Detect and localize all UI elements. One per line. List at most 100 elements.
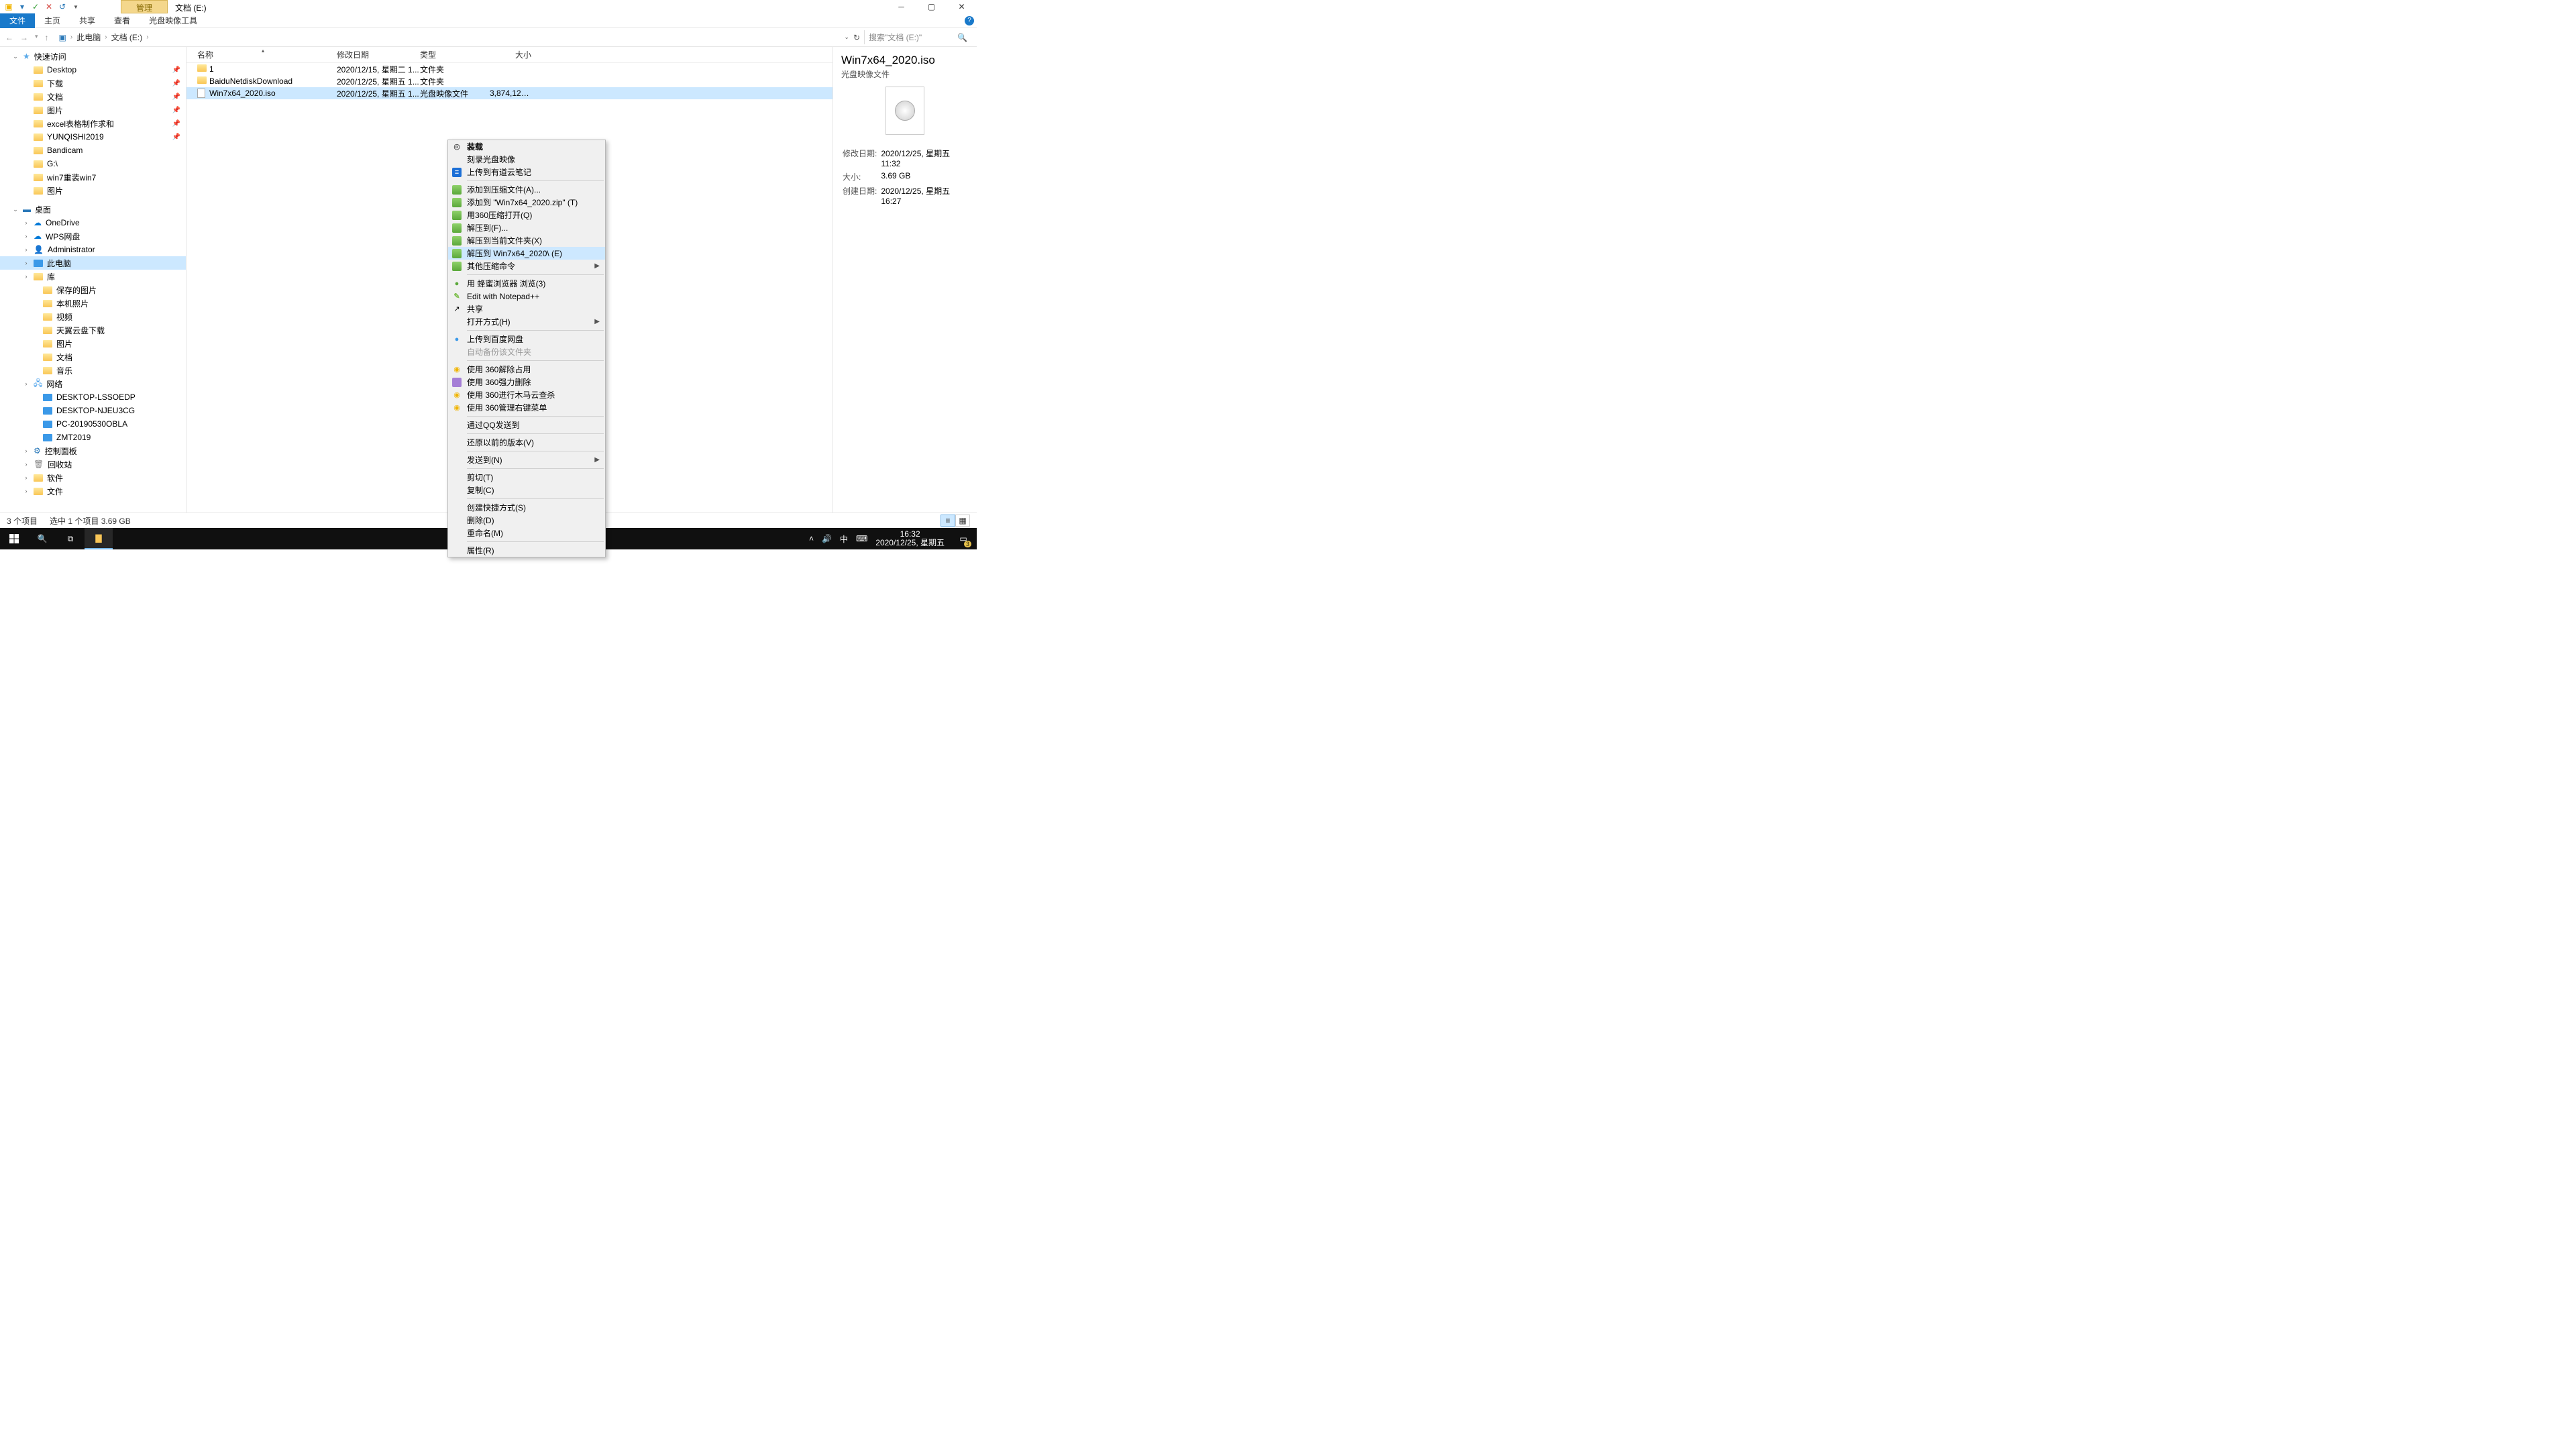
context-menu-item[interactable]: 打开方式(H)▶ xyxy=(448,315,605,328)
sidebar-item[interactable]: ›此电脑 xyxy=(0,256,186,270)
col-type[interactable]: 类型 xyxy=(420,49,490,60)
forward-button[interactable]: → xyxy=(20,33,28,42)
context-menu-item[interactable]: ◉使用 360解除占用 xyxy=(448,363,605,376)
explorer-taskbar-button[interactable]: ▇ xyxy=(85,528,113,549)
search-input[interactable]: 搜索"文档 (E:)" 🔍 xyxy=(864,30,971,44)
start-button[interactable] xyxy=(0,528,28,549)
tray-chevron-icon[interactable]: ˄ xyxy=(809,534,814,543)
col-size[interactable]: 大小 xyxy=(490,49,537,60)
search-button[interactable]: 🔍 xyxy=(28,528,56,549)
sidebar-item[interactable]: 保存的图片 xyxy=(0,283,186,297)
context-menu-item[interactable]: ◉使用 360管理右键菜单 xyxy=(448,401,605,414)
refresh-button[interactable]: ↻ xyxy=(853,33,860,42)
sidebar-item[interactable]: 文档 xyxy=(0,350,186,364)
sidebar-item[interactable]: ›☁OneDrive xyxy=(0,216,186,229)
context-menu-item[interactable]: 还原以前的版本(V) xyxy=(448,436,605,449)
context-menu-item[interactable]: 解压到当前文件夹(X) xyxy=(448,234,605,247)
sidebar-item[interactable]: ›⚙控制面板 xyxy=(0,444,186,458)
notification-center-button[interactable]: ▭3 xyxy=(953,528,974,549)
breadcrumb[interactable]: ▣ › 此电脑 › 文档 (E:) › xyxy=(56,30,838,45)
context-menu-item[interactable]: 添加到压缩文件(A)... xyxy=(448,183,605,196)
file-row[interactable]: 12020/12/15, 星期二 1...文件夹 xyxy=(186,63,833,75)
sidebar-item[interactable]: PC-20190530OBLA xyxy=(0,417,186,431)
context-menu-item[interactable]: ●上传到百度网盘 xyxy=(448,333,605,345)
context-menu-item[interactable]: ●用 蜂蜜浏览器 浏览(3) xyxy=(448,277,605,290)
context-menu-item[interactable]: 用360压缩打开(Q) xyxy=(448,209,605,221)
qa-undo-icon[interactable]: ↺ xyxy=(58,2,67,11)
sidebar-item[interactable]: ›库 xyxy=(0,270,186,283)
sidebar-item[interactable]: 下载📌 xyxy=(0,76,186,90)
sidebar-item[interactable]: ›软件 xyxy=(0,471,186,484)
sidebar-item[interactable]: G:\ xyxy=(0,157,186,170)
sidebar-item[interactable]: DESKTOP-NJEU3CG xyxy=(0,404,186,417)
sidebar-item[interactable]: YUNQISHI2019📌 xyxy=(0,130,186,144)
sidebar-item[interactable]: 图片 xyxy=(0,337,186,350)
qa-close-icon[interactable]: ✕ xyxy=(44,2,54,11)
ribbon-home[interactable]: 主页 xyxy=(35,13,70,28)
volume-icon[interactable]: 🔊 xyxy=(822,534,832,543)
context-menu-item[interactable]: 解压到(F)... xyxy=(448,221,605,234)
context-menu-item[interactable]: 解压到 Win7x64_2020\ (E) xyxy=(448,247,605,260)
context-menu-item[interactable]: 添加到 "Win7x64_2020.zip" (T) xyxy=(448,196,605,209)
ime-indicator[interactable]: 中 xyxy=(840,533,848,545)
help-icon[interactable]: ? xyxy=(965,16,974,25)
col-date[interactable]: 修改日期 xyxy=(337,49,420,60)
sidebar-item[interactable]: 图片📌 xyxy=(0,103,186,117)
back-button[interactable]: ← xyxy=(5,33,13,42)
sidebar-item[interactable]: Bandicam xyxy=(0,144,186,157)
sidebar-item[interactable]: Desktop📌 xyxy=(0,63,186,76)
sidebar-item[interactable]: ›🖧网络 xyxy=(0,377,186,390)
file-row[interactable]: Win7x64_2020.iso2020/12/25, 星期五 1...光盘映像… xyxy=(186,87,833,99)
sidebar-item[interactable]: 文档📌 xyxy=(0,90,186,103)
context-menu-item[interactable]: ≡上传到有道云笔记 xyxy=(448,166,605,178)
context-menu-item[interactable]: 其他压缩命令▶ xyxy=(448,260,605,272)
sidebar-item[interactable]: 视频 xyxy=(0,310,186,323)
breadcrumb-folder[interactable]: 文档 (E:) xyxy=(111,32,143,43)
sidebar-item[interactable]: 本机照片 xyxy=(0,297,186,310)
qa-save-icon[interactable]: ▾ xyxy=(17,2,27,11)
view-details-button[interactable]: ≡ xyxy=(941,515,955,527)
history-dropdown[interactable]: ▾ xyxy=(35,33,38,42)
sidebar-desktop[interactable]: ⌄ ▬ 桌面 xyxy=(0,203,186,216)
context-menu-item[interactable]: 复制(C) xyxy=(448,484,605,496)
sidebar-item[interactable]: win7重装win7 xyxy=(0,170,186,184)
up-button[interactable]: ↑ xyxy=(45,33,49,42)
context-menu-item[interactable]: 通过QQ发送到 xyxy=(448,419,605,431)
sidebar-item[interactable]: ›👤Administrator xyxy=(0,243,186,256)
task-view-button[interactable]: ⧉ xyxy=(56,528,85,549)
context-menu-item[interactable]: 属性(R) xyxy=(448,544,605,557)
qa-check-icon[interactable]: ✓ xyxy=(31,2,40,11)
ribbon-view[interactable]: 查看 xyxy=(105,13,140,28)
sidebar-item[interactable]: 音乐 xyxy=(0,364,186,377)
ribbon-iso-tools[interactable]: 光盘映像工具 xyxy=(140,13,207,28)
context-menu-item[interactable]: ↗共享 xyxy=(448,303,605,315)
file-row[interactable]: BaiduNetdiskDownload2020/12/25, 星期五 1...… xyxy=(186,75,833,87)
context-menu-item[interactable]: ✎Edit with Notepad++ xyxy=(448,290,605,303)
ribbon-share[interactable]: 共享 xyxy=(70,13,105,28)
context-menu-item[interactable]: 使用 360强力删除 xyxy=(448,376,605,388)
ribbon-file[interactable]: 文件 xyxy=(0,13,35,28)
context-menu-item[interactable]: ◉使用 360进行木马云查杀 xyxy=(448,388,605,401)
context-menu-item[interactable]: 刻录光盘映像 xyxy=(448,153,605,166)
context-menu-item[interactable]: 删除(D) xyxy=(448,514,605,527)
context-menu-item[interactable]: 创建快捷方式(S) xyxy=(448,501,605,514)
context-menu-item[interactable]: 发送到(N)▶ xyxy=(448,453,605,466)
breadcrumb-root[interactable]: 此电脑 xyxy=(76,32,101,43)
ime-mode-icon[interactable]: ⌨ xyxy=(856,534,867,543)
sidebar-quick-access[interactable]: ⌄ ★ 快速访问 xyxy=(0,50,186,63)
sidebar-item[interactable]: ›☁WPS网盘 xyxy=(0,229,186,243)
context-menu-item[interactable]: 剪切(T) xyxy=(448,471,605,484)
ribbon-context-tab[interactable]: 管理 xyxy=(121,0,168,13)
qa-dropdown-icon[interactable]: ▼ xyxy=(71,2,80,11)
maximize-button[interactable]: ▢ xyxy=(916,0,947,13)
sidebar-item[interactable]: 图片 xyxy=(0,184,186,197)
view-icons-button[interactable]: ▦ xyxy=(955,515,970,527)
address-dropdown-icon[interactable]: ⌄ xyxy=(844,34,849,41)
context-menu-item[interactable]: 重命名(M) xyxy=(448,527,605,539)
sidebar-item[interactable]: DESKTOP-LSSOEDP xyxy=(0,390,186,404)
sidebar-item[interactable]: ›文件 xyxy=(0,484,186,498)
col-name[interactable]: 名称▴ xyxy=(186,49,337,60)
context-menu-item[interactable]: ◎装载 xyxy=(448,140,605,153)
sidebar-item[interactable]: ›🗑回收站 xyxy=(0,458,186,471)
sidebar-item[interactable]: 天翼云盘下载 xyxy=(0,323,186,337)
